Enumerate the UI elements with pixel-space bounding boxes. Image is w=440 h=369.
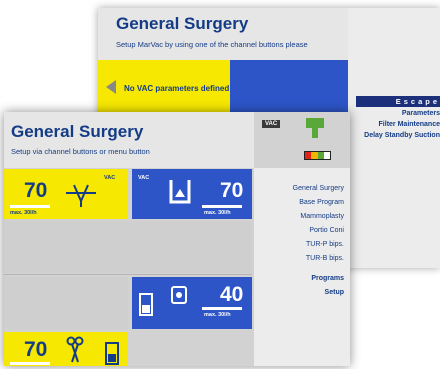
- page-subtitle: Setup via channel buttons or menu button: [11, 147, 150, 156]
- bottle-icon: [139, 293, 153, 316]
- channel-2-unit: max. 30l/h: [204, 210, 231, 216]
- menu-item-portio-coni[interactable]: Portio Coni: [309, 227, 344, 234]
- container-icon: [105, 342, 119, 365]
- menu-item-tur-b[interactable]: TUR-B bips.: [306, 255, 344, 262]
- menu-item-parameters[interactable]: Parameters: [348, 110, 440, 117]
- escape-label: Escape: [395, 97, 440, 106]
- channel-1-button[interactable]: 70 max. 30l/h VAC: [4, 169, 128, 219]
- channel-1-tag: VAC: [104, 175, 116, 181]
- channel-3-unit: max. 30l/h: [204, 312, 231, 318]
- channel-2-tag: VAC: [138, 175, 150, 181]
- programs-button[interactable]: Programs: [311, 275, 344, 282]
- channel-4-value: 70: [24, 338, 48, 361]
- vac-badge: VAC: [262, 120, 281, 128]
- channel-4-button[interactable]: 70: [4, 332, 128, 366]
- filter-icon: [171, 286, 187, 304]
- channel-1-unit: max. 30l/h: [10, 210, 37, 216]
- channel-1-value: 70: [24, 179, 48, 202]
- left-arrow-icon: [106, 80, 116, 94]
- empty-channel-row: [4, 221, 252, 273]
- front-screen: General Surgery Setup via channel button…: [4, 112, 350, 366]
- canister-icon: [169, 180, 191, 204]
- back-channel-blue[interactable]: [230, 60, 348, 116]
- menu-item-filter-maintenance[interactable]: Filter Maintenance: [348, 121, 440, 128]
- suction-status-stem: [312, 128, 318, 138]
- channel-3-level-bar: [202, 307, 242, 310]
- menu-item-general-surgery[interactable]: General Surgery: [293, 185, 344, 192]
- scissors-icon: [66, 336, 84, 363]
- channel-1-level-bar: [10, 205, 50, 208]
- page-title: General Surgery: [11, 122, 144, 141]
- menu-item-tur-p[interactable]: TUR-P bips.: [306, 241, 344, 248]
- menu-item-base-program[interactable]: Base Program: [299, 199, 344, 206]
- row-divider: [4, 274, 252, 275]
- back-title: General Surgery: [116, 14, 249, 33]
- vac-valve-icon: [66, 184, 96, 207]
- setup-button[interactable]: Setup: [325, 289, 344, 296]
- program-menu: [254, 168, 350, 366]
- menu-item-mammoplasty[interactable]: Mammoplasty: [300, 213, 344, 220]
- back-subtitle: Setup MarVac by using one of the channel…: [116, 40, 308, 49]
- pressure-gauge-icon: [304, 151, 331, 160]
- empty-channel-slot: [4, 277, 128, 329]
- no-vac-notice: No VAC parameters defined: [124, 84, 230, 93]
- channel-2-level-bar: [202, 205, 242, 208]
- channel-2-value: 70: [220, 179, 244, 202]
- suction-status-icon: [306, 118, 324, 128]
- channel-4-level-bar: [10, 362, 50, 365]
- escape-button[interactable]: Escape: [356, 96, 440, 107]
- menu-item-delay-standby[interactable]: Delay Standby Suction: [348, 132, 440, 139]
- channel-3-value: 40: [220, 283, 244, 306]
- channel-3-button[interactable]: 40 max. 30l/h: [132, 277, 252, 329]
- channel-2-button[interactable]: VAC 70 max. 30l/h: [132, 169, 252, 219]
